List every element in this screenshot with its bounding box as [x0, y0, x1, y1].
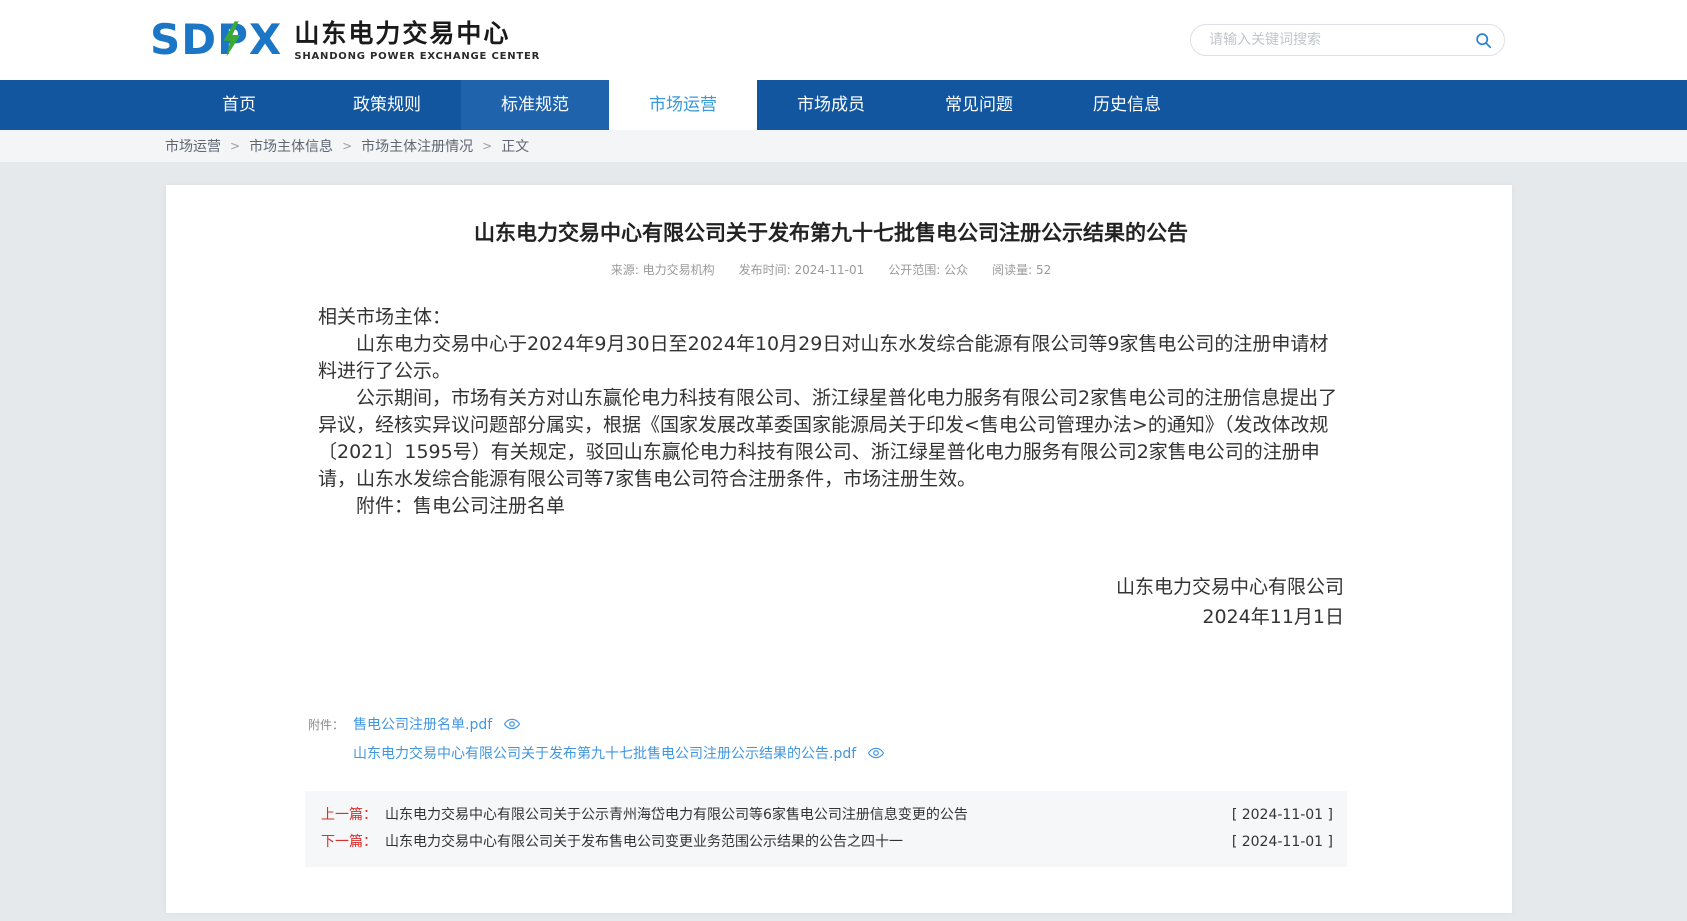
attachment-row: 山东电力交易中心有限公司关于发布第九十七批售电公司注册公示结果的公告.pdf [318, 743, 1344, 763]
breadcrumb-item-market-subject-info[interactable]: 市场主体信息 [249, 136, 333, 156]
article-paragraph: 相关市场主体： [318, 304, 1344, 331]
site-header: SDPX 山东电力交易中心 SHANDONG POWER EXCHANGE CE… [0, 0, 1687, 80]
attachments-label: 附件： [308, 716, 353, 733]
search-input[interactable] [1190, 24, 1505, 56]
attachment-link-registration-list[interactable]: 售电公司注册名单.pdf [353, 714, 492, 734]
breadcrumb: 市场运营 > 市场主体信息 > 市场主体注册情况 > 正文 [0, 130, 1687, 162]
logo-name-en: SHANDONG POWER EXCHANGE CENTER [294, 51, 540, 62]
article-paragraph: 附件：售电公司注册名单 [318, 493, 1344, 520]
search-box [1190, 24, 1505, 56]
article-paragraph: 公示期间，市场有关方对山东赢伦电力科技有限公司、浙江绿星普化电力服务有限公司2家… [318, 385, 1344, 493]
page-body: 山东电力交易中心有限公司关于发布第九十七批售电公司注册公示结果的公告 来源: 电… [0, 162, 1687, 921]
site-logo[interactable]: SDPX 山东电力交易中心 SHANDONG POWER EXCHANGE CE… [150, 19, 540, 62]
prev-article-row: 上一篇： 山东电力交易中心有限公司关于公示青州海岱电力有限公司等6家售电公司注册… [321, 802, 1333, 829]
next-article-label: 下一篇： [321, 829, 377, 856]
nav-tab-market-operation[interactable]: 市场运营 [609, 80, 757, 130]
logo-name-cn: 山东电力交易中心 [294, 19, 540, 49]
prev-article-date: [ 2024-11-01 ] [1232, 802, 1333, 829]
article-meta: 来源: 电力交易机构 发布时间: 2024-11-01 公开范围: 公众 阅读量… [318, 261, 1344, 278]
meta-read-count: 阅读量: 52 [992, 261, 1051, 278]
prev-article-link[interactable]: 山东电力交易中心有限公司关于公示青州海岱电力有限公司等6家售电公司注册信息变更的… [385, 802, 968, 829]
logo-letter-x: X [249, 19, 282, 61]
article-paragraph: 山东电力交易中心于2024年9月30日至2024年10月29日对山东水发综合能源… [318, 331, 1344, 385]
preview-eye-icon[interactable] [868, 747, 884, 759]
article-body: 相关市场主体： 山东电力交易中心于2024年9月30日至2024年10月29日对… [318, 304, 1344, 520]
nav-tab-history[interactable]: 历史信息 [1053, 80, 1201, 130]
breadcrumb-item-registration-status[interactable]: 市场主体注册情况 [361, 136, 473, 156]
signature-company: 山东电力交易中心有限公司 [318, 572, 1344, 602]
logo-names: 山东电力交易中心 SHANDONG POWER EXCHANGE CENTER [294, 19, 540, 62]
nav-tab-market-members[interactable]: 市场成员 [757, 80, 905, 130]
logo-letter-d: D [181, 19, 217, 61]
lightning-bolt-icon [221, 21, 243, 57]
meta-scope: 公开范围: 公众 [888, 261, 968, 278]
breadcrumb-item-market-operation[interactable]: 市场运营 [165, 136, 221, 156]
meta-source: 来源: 电力交易机构 [611, 261, 715, 278]
logo-acronym: SDPX [150, 19, 282, 61]
prev-article-label: 上一篇： [321, 802, 377, 829]
meta-publish-time: 发布时间: 2024-11-01 [739, 261, 865, 278]
breadcrumb-separator: > [342, 139, 352, 153]
next-article-link[interactable]: 山东电力交易中心有限公司关于发布售电公司变更业务范围公示结果的公告之四十一 [385, 829, 903, 856]
nav-tab-policy-rules[interactable]: 政策规则 [313, 80, 461, 130]
nav-tab-standards[interactable]: 标准规范 [461, 80, 609, 130]
attachment-link-announcement-pdf[interactable]: 山东电力交易中心有限公司关于发布第九十七批售电公司注册公示结果的公告.pdf [353, 743, 856, 763]
search-icon[interactable] [1475, 32, 1492, 53]
breadcrumb-separator: > [230, 139, 240, 153]
breadcrumb-item-current: 正文 [501, 136, 529, 156]
next-article-date: [ 2024-11-01 ] [1232, 829, 1333, 856]
article-title: 山东电力交易中心有限公司关于发布第九十七批售电公司注册公示结果的公告 [318, 218, 1344, 248]
signature-date: 2024年11月1日 [318, 602, 1344, 632]
preview-eye-icon[interactable] [504, 718, 520, 730]
main-nav: 首页 政策规则 标准规范 市场运营 市场成员 常见问题 历史信息 [0, 80, 1687, 130]
attachment-row: 附件： 售电公司注册名单.pdf [318, 714, 1344, 734]
breadcrumb-separator: > [482, 139, 492, 153]
attachments-block: 附件： 售电公司注册名单.pdf 山东电力交易中心有限公司关于发布第九十七批售电… [318, 714, 1344, 763]
logo-letter-p: P [217, 19, 249, 61]
nav-tab-faq[interactable]: 常见问题 [905, 80, 1053, 130]
next-article-row: 下一篇： 山东电力交易中心有限公司关于发布售电公司变更业务范围公示结果的公告之四… [321, 829, 1333, 856]
article-card: 山东电力交易中心有限公司关于发布第九十七批售电公司注册公示结果的公告 来源: 电… [166, 185, 1512, 913]
article-signature: 山东电力交易中心有限公司 2024年11月1日 [318, 572, 1344, 632]
logo-letter-s: S [150, 19, 181, 61]
prev-next-box: 上一篇： 山东电力交易中心有限公司关于公示青州海岱电力有限公司等6家售电公司注册… [305, 791, 1347, 867]
nav-tab-home[interactable]: 首页 [165, 80, 313, 130]
